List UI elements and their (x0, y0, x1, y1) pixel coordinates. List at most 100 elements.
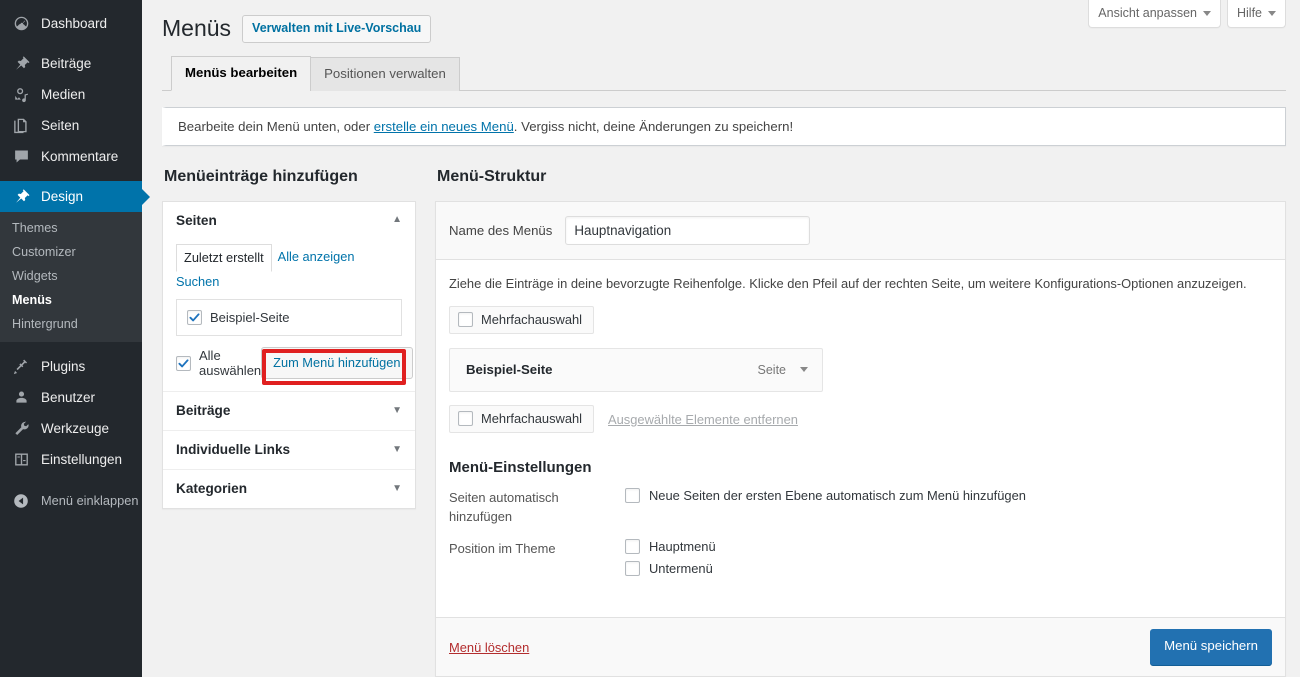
menu-name-row: Name des Menüs (436, 201, 1285, 260)
sidebar-item-settings[interactable]: Einstellungen (0, 444, 142, 475)
add-to-menu-button[interactable]: Zum Menü hinzufügen (261, 346, 413, 380)
view-options-button[interactable]: Ansicht anpassen (1088, 0, 1221, 29)
bulk-select-top[interactable]: Mehrfachauswahl (449, 306, 595, 335)
tab-manage-locations[interactable]: Positionen verwalten (310, 57, 460, 91)
page-title: Menüs (162, 15, 232, 41)
menu-name-input[interactable] (565, 215, 811, 245)
sidebar-item-pages[interactable]: Seiten (0, 110, 142, 141)
checkbox-bulk-select-bottom[interactable] (458, 411, 473, 427)
auto-add-option[interactable]: Neue Seiten der ersten Ebene automatisch… (625, 488, 1272, 504)
live-preview-button[interactable]: Verwalten mit Live-Vorschau (242, 14, 432, 44)
select-all-row[interactable]: Alle auswählen (176, 347, 261, 379)
tab-most-recent[interactable]: Zuletzt erstellt (176, 243, 272, 272)
sidebar-item-appearance[interactable]: Design (0, 181, 150, 212)
auto-add-options: Neue Seiten der ersten Ebene automatisch… (625, 488, 1272, 526)
theme-location-primary[interactable]: Hauptmenü (625, 539, 1272, 555)
pages-actions: Alle auswählen Zum Menü hinzufügen (176, 346, 413, 386)
tab-edit-menus[interactable]: Menüs bearbeiten (171, 56, 312, 91)
sidebar-item-dashboard[interactable]: Dashboard (0, 8, 142, 39)
page-checkbox-row[interactable]: Beispiel-Seite (187, 309, 391, 326)
accordion-body-pages: Zuletzt erstellt Alle anzeigen Suchen Beis… (163, 243, 415, 391)
submenu-item-menus[interactable]: Menüs (0, 288, 142, 312)
sidebar-item-comments[interactable]: Kommentare (0, 141, 142, 172)
accordion-header-posts[interactable]: Beiträge ▼ (163, 392, 415, 431)
theme-location-primary-label: Hauptmenü (649, 539, 716, 555)
tab-search[interactable]: Suchen (176, 271, 219, 292)
pin-icon (10, 54, 32, 74)
menu-name-label: Name des Menüs (449, 222, 553, 238)
accordion-title: Seiten (176, 212, 217, 228)
submenu-item-background[interactable]: Hintergrund (0, 312, 142, 336)
view-options-label: Ansicht anpassen (1098, 6, 1197, 20)
user-icon (10, 388, 32, 408)
chevron-down-icon (1202, 10, 1211, 16)
help-label: Hilfe (1236, 6, 1262, 20)
structure-hint: Ziehe die Einträge in deine bevorzugte R… (449, 275, 1247, 291)
admin-sidebar: Dashboard Beiträge Medien Seiten Komment (0, 0, 150, 677)
create-new-menu-link[interactable]: erstelle ein neues Menü (374, 119, 514, 134)
sidebar-label: Werkzeuge (41, 421, 110, 436)
menu-item-type: Seite (757, 362, 787, 377)
menu-structure-footer: Menü löschen Menü speichern (436, 617, 1285, 676)
accordion-section-categories: Kategorien ▼ (163, 470, 415, 509)
theme-location-label: Position im Theme (449, 541, 556, 557)
bulk-select-row-top: Mehrfachauswahl (449, 306, 1272, 335)
sidebar-item-media[interactable]: Medien (0, 79, 142, 110)
theme-location-secondary-label: Untermenü (649, 561, 713, 577)
auto-add-label: Seiten automatisch hinzufügen (449, 490, 559, 524)
checkbox-auto-add[interactable] (625, 488, 640, 504)
info-notice: Bearbeite dein Menü unten, oder erstelle… (162, 106, 1286, 146)
accordion-header-categories[interactable]: Kategorien ▼ (163, 470, 415, 509)
checkbox-untermenue[interactable] (625, 561, 640, 577)
add-menu-items-column: Menüeinträge hinzufügen Seiten ▲ Zuletzt… (162, 167, 416, 510)
auto-add-row: Seiten automatisch hinzufügen Neue Seite… (449, 488, 1272, 526)
bulk-select-label: Mehrfachauswahl (481, 312, 583, 328)
checkbox-select-all[interactable] (176, 355, 191, 371)
chevron-down-icon[interactable] (800, 367, 808, 373)
theme-location-secondary[interactable]: Untermenü (625, 561, 1272, 577)
select-all-label: Alle auswählen (199, 348, 262, 378)
tab-view-all[interactable]: Alle anzeigen (278, 246, 355, 267)
accordion-header-pages[interactable]: Seiten ▲ (163, 201, 415, 240)
delete-menu-link[interactable]: Menü löschen (449, 640, 529, 655)
save-menu-button[interactable]: Menü speichern (1150, 629, 1272, 665)
collapse-menu-button[interactable]: Menü einklappen (0, 485, 142, 516)
add-items-accordion: Seiten ▲ Zuletzt erstellt Alle anzeigen Su… (162, 200, 416, 510)
sidebar-item-tools[interactable]: Werkzeuge (0, 413, 142, 444)
menu-management-columns: Menüeinträge hinzufügen Seiten ▲ Zuletzt… (162, 167, 1286, 677)
chevron-down-icon[interactable]: ▼ (392, 444, 402, 455)
menu-structure-body: Ziehe die Einträge in deine bevorzugte R… (436, 260, 1285, 600)
accordion-title: Individuelle Links (176, 442, 291, 458)
help-button[interactable]: Hilfe (1226, 0, 1286, 29)
chevron-down-icon[interactable]: ▼ (392, 483, 402, 494)
comment-icon (10, 147, 32, 167)
checkbox-bulk-select-top[interactable] (458, 312, 473, 328)
accordion-section-pages: Seiten ▲ Zuletzt erstellt Alle anzeigen Su… (163, 201, 415, 393)
remove-selected-link[interactable]: Ausgewählte Elemente entfernen (608, 412, 798, 427)
menu-settings-title: Menü-Einstellungen (449, 459, 592, 477)
appearance-icon (10, 187, 32, 207)
bulk-select-label: Mehrfachauswahl (481, 411, 583, 427)
add-items-title: Menüeinträge hinzufügen (164, 167, 358, 185)
sidebar-item-users[interactable]: Benutzer (0, 382, 142, 413)
theme-location-row: Position im Theme Hauptmenü Untermenü (449, 539, 1272, 577)
menu-item-meta: Seite (757, 362, 808, 377)
sidebar-item-posts[interactable]: Beiträge (0, 48, 142, 79)
accordion-section-posts: Beiträge ▼ (163, 392, 415, 432)
submenu-item-customizer[interactable]: Customizer (0, 240, 142, 264)
sidebar-item-plugins[interactable]: Plugins (0, 351, 142, 382)
submenu-item-themes[interactable]: Themes (0, 216, 142, 240)
checkbox-hauptmenue[interactable] (625, 539, 640, 555)
accordion-header-custom-links[interactable]: Individuelle Links ▼ (163, 431, 415, 470)
accordion-title: Kategorien (176, 481, 248, 497)
notice-text-before: Bearbeite dein Menü unten, oder (178, 118, 374, 134)
pages-checklist: Beispiel-Seite (176, 298, 402, 336)
chevron-up-icon[interactable]: ▲ (392, 215, 402, 225)
main-content: Ansicht anpassen Hilfe Menüs Verwalten m… (142, 0, 1300, 677)
chevron-down-icon[interactable]: ▼ (392, 405, 402, 416)
submenu-item-widgets[interactable]: Widgets (0, 264, 142, 288)
structure-title: Menü-Struktur (437, 167, 547, 185)
bulk-select-bottom[interactable]: Mehrfachauswahl (449, 405, 595, 434)
checkbox-beispiel-seite[interactable] (187, 309, 202, 325)
menu-item-beispiel-seite[interactable]: Beispiel-Seite Seite (449, 348, 823, 393)
